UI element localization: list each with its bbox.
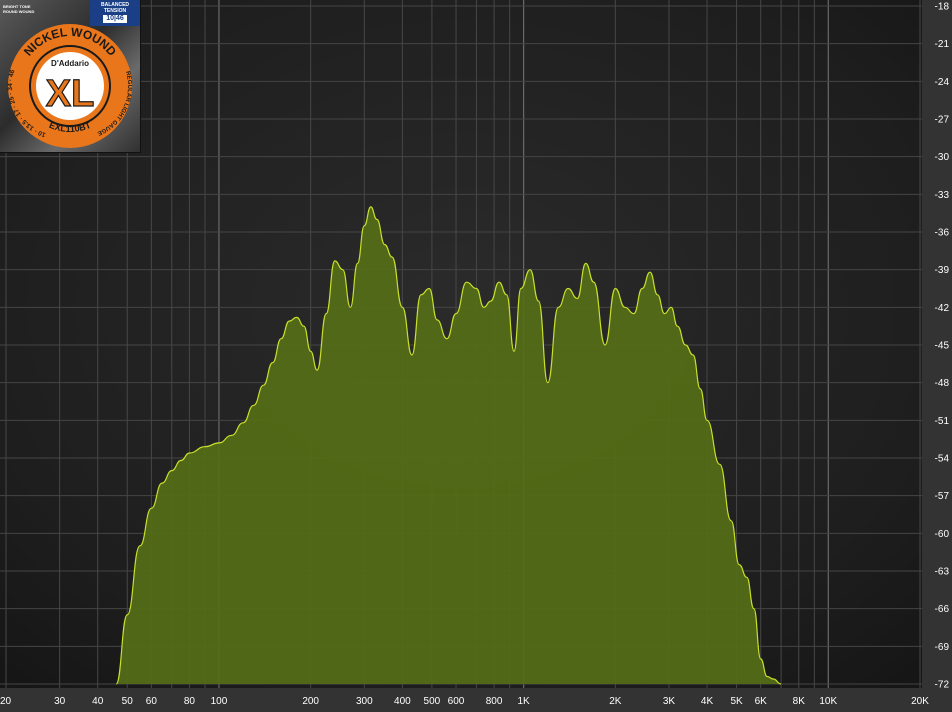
x-tick-label: 1K <box>518 696 531 707</box>
y-tick-label: -42 <box>935 303 950 314</box>
y-tick-label: -48 <box>935 378 950 389</box>
y-tick-label: -18 <box>935 2 950 13</box>
x-tick-label: 20K <box>911 696 929 707</box>
spectrum-analyzer: 20 30 40 50 60 80 100 200 300 400 500 600 800 1K 2K 3K 4… <box>0 0 952 712</box>
y-tick-label: -30 <box>935 152 950 163</box>
x-tick-label: 10K <box>819 696 837 707</box>
y-tick-label: -45 <box>935 341 950 352</box>
x-tick-label: 80 <box>184 696 196 707</box>
x-tick-label: 20 <box>0 696 12 707</box>
x-tick-label: 800 <box>486 696 503 707</box>
x-tick-label: 50 <box>122 696 134 707</box>
y-tick-label: -57 <box>935 491 950 502</box>
x-tick-label: 30 <box>54 696 66 707</box>
xl-logo: XL <box>46 73 95 115</box>
x-tick-label: 500 <box>424 696 441 707</box>
x-tick-label: 400 <box>394 696 411 707</box>
x-tick-label: 100 <box>211 696 228 707</box>
x-tick-label: 5K <box>730 696 743 707</box>
y-tick-label: -54 <box>935 454 950 465</box>
x-tick-label: 6K <box>755 696 768 707</box>
y-tick-label: -60 <box>935 529 950 540</box>
x-tick-label: 600 <box>448 696 465 707</box>
product-badge: BRIGHT TONE ROUND WOUND BALANCED TENSION… <box>0 0 141 153</box>
y-tick-label: -36 <box>935 228 950 239</box>
y-tick-label: -72 <box>935 680 950 691</box>
badge-ring: NICKEL WOUND 10 · 13.5 · 17 · 25 · 34 · … <box>7 24 132 148</box>
y-tick-label: -39 <box>935 265 950 276</box>
x-tick-label: 4K <box>701 696 714 707</box>
brand-logo: D'Addario <box>51 59 89 68</box>
x-tick-label: 8K <box>793 696 806 707</box>
y-tick-label: -33 <box>935 190 950 201</box>
tension-tag-line2: TENSION <box>103 8 127 14</box>
tone-tag: BRIGHT TONE ROUND WOUND <box>3 4 39 14</box>
x-tick-label: 300 <box>356 696 373 707</box>
tone-tag-line2: ROUND WOUND <box>3 9 35 14</box>
y-tick-label: -27 <box>935 115 950 126</box>
y-tick-label: -21 <box>935 39 950 50</box>
x-tick-label: 60 <box>146 696 158 707</box>
x-tick-label: 200 <box>302 696 319 707</box>
y-tick-label: -66 <box>935 604 950 615</box>
y-tick-label: -69 <box>935 642 950 653</box>
x-tick-label: 2K <box>609 696 622 707</box>
spectrum-chart: 20 30 40 50 60 80 100 200 300 400 500 600 800 1K 2K 3K 4… <box>0 0 952 712</box>
x-axis-panel <box>0 688 952 712</box>
x-tick-label: 3K <box>663 696 676 707</box>
y-tick-label: -51 <box>935 416 950 427</box>
y-tick-label: -24 <box>935 77 950 88</box>
y-tick-label: -63 <box>935 567 950 578</box>
x-tick-label: 40 <box>92 696 104 707</box>
